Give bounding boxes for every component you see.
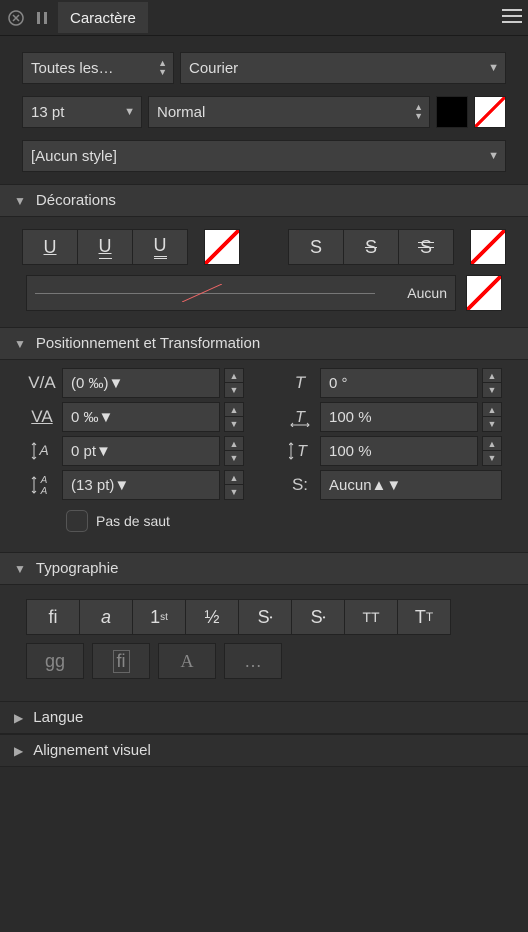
decorations-section: ▼ Décorations U U U S S S Aucun — [0, 184, 528, 327]
hscale-input[interactable]: 100 % — [320, 402, 478, 432]
shear-input[interactable]: 0 ° — [320, 368, 478, 398]
vscale-input[interactable]: 100 % — [320, 436, 478, 466]
positioning-header[interactable]: ▼ Positionnement et Transformation — [0, 327, 528, 360]
superscript-button[interactable]: S• — [238, 599, 292, 635]
disclosure-triangle-icon: ▶ — [14, 744, 23, 758]
panel-menu-icon[interactable] — [502, 9, 522, 26]
char-style-value: [Aucun style] — [31, 148, 117, 165]
kerning-input[interactable]: (0 ‰)▼ — [62, 368, 220, 398]
tracking-icon: VA — [26, 407, 58, 427]
leading-icon: AA — [26, 475, 58, 495]
smallcaps-button[interactable]: TT — [397, 599, 451, 635]
swash-button[interactable]: a — [79, 599, 133, 635]
char-style-select[interactable]: [Aucun style] ▼ — [22, 140, 506, 172]
shear-stepper[interactable]: ▲▼ — [482, 368, 502, 398]
strike-single-button[interactable]: S — [343, 229, 399, 265]
strike-double-button[interactable]: S — [398, 229, 454, 265]
typography-label: Typographie — [36, 560, 119, 577]
tracking-input[interactable]: 0 ‰▼ — [62, 402, 220, 432]
svg-text:T: T — [297, 443, 308, 460]
stylistic-set-icon: S: — [284, 475, 316, 495]
disclosure-triangle-icon: ▼ — [14, 562, 26, 576]
svg-text:A: A — [40, 475, 48, 486]
kerning-icon: V/A — [26, 373, 58, 393]
text-bg-swatch[interactable] — [474, 96, 506, 128]
font-family-value: Courier — [189, 60, 238, 77]
stylistic-set-select[interactable]: Aucun▲▼ — [320, 470, 502, 500]
typography-section: ▼ Typographie fi a 1st ½ S• S• TT TT gg … — [0, 552, 528, 701]
decorations-header[interactable]: ▼ Décorations — [0, 184, 528, 217]
stylistic-alt-button[interactable]: A — [158, 643, 216, 679]
disclosure-triangle-icon: ▶ — [14, 711, 23, 725]
optical-label: Alignement visuel — [33, 742, 151, 759]
font-style-select[interactable]: Normal ▲▼ — [148, 96, 430, 128]
svg-text:T: T — [295, 409, 306, 426]
strike-group: S S S — [288, 229, 454, 265]
language-header[interactable]: ▶ Langue — [0, 701, 528, 734]
font-collection-select[interactable]: Toutes les… ▲▼ — [22, 52, 174, 84]
hscale-icon: T — [284, 407, 316, 427]
no-break-checkbox[interactable] — [66, 510, 88, 532]
positioning-section: ▼ Positionnement et Transformation V/A (… — [0, 327, 528, 552]
strike-none-button[interactable]: S — [288, 229, 344, 265]
underline-double-button[interactable]: U — [132, 229, 188, 265]
font-style-value: Normal — [157, 104, 205, 121]
font-size-select[interactable]: 13 pt ▼ — [22, 96, 142, 128]
positioning-label: Positionnement et Transformation — [36, 335, 260, 352]
vscale-stepper[interactable]: ▲▼ — [482, 436, 502, 466]
panel-header: Caractère — [0, 0, 528, 36]
font-collection-value: Toutes les… — [31, 60, 114, 77]
font-controls: Toutes les… ▲▼ Courier ▼ 13 pt ▼ Normal … — [0, 36, 528, 184]
baseline-input[interactable]: 0 pt▼ — [62, 436, 220, 466]
subscript-button[interactable]: S• — [291, 599, 345, 635]
shear-icon: T — [284, 373, 316, 393]
allcaps-button[interactable]: TT — [344, 599, 398, 635]
strike-color-swatch[interactable] — [470, 229, 506, 265]
underline-single-button[interactable]: U — [22, 229, 78, 265]
historical-ligatures-button[interactable]: fi — [92, 643, 150, 679]
font-family-select[interactable]: Courier ▼ — [180, 52, 506, 84]
strike-position-slider[interactable]: Aucun — [26, 275, 456, 311]
baseline-stepper[interactable]: ▲▼ — [224, 436, 244, 466]
ligatures-button[interactable]: fi — [26, 599, 80, 635]
leading-input[interactable]: (13 pt)▼ — [62, 470, 220, 500]
optical-section: ▶ Alignement visuel — [0, 734, 528, 767]
ordinals-button[interactable]: 1st — [132, 599, 186, 635]
svg-text:A: A — [38, 442, 48, 458]
leading-stepper[interactable]: ▲▼ — [224, 470, 244, 500]
underline-color-swatch[interactable] — [204, 229, 240, 265]
strike-position-value: Aucun — [407, 285, 447, 301]
close-icon[interactable] — [6, 8, 26, 28]
optical-header[interactable]: ▶ Alignement visuel — [0, 734, 528, 767]
decorations-label: Décorations — [36, 192, 116, 209]
baseline-icon: A — [26, 441, 58, 461]
disclosure-triangle-icon: ▼ — [14, 194, 26, 208]
svg-text:A: A — [40, 486, 48, 495]
text-color-swatch[interactable] — [436, 96, 468, 128]
hscale-stepper[interactable]: ▲▼ — [482, 402, 502, 432]
font-size-value: 13 pt — [31, 104, 64, 121]
vscale-icon: T — [284, 441, 316, 461]
no-break-label: Pas de saut — [96, 513, 170, 529]
tracking-stepper[interactable]: ▲▼ — [224, 402, 244, 432]
typography-header[interactable]: ▼ Typographie — [0, 552, 528, 585]
more-typography-button[interactable]: … — [224, 643, 282, 679]
underline-word-button[interactable]: U — [77, 229, 133, 265]
pause-icon[interactable] — [32, 8, 52, 28]
language-label: Langue — [33, 709, 83, 726]
discretionary-ligatures-button[interactable]: gg — [26, 643, 84, 679]
language-section: ▶ Langue — [0, 701, 528, 734]
disclosure-triangle-icon: ▼ — [14, 337, 26, 351]
fractions-button[interactable]: ½ — [185, 599, 239, 635]
panel-tab-character[interactable]: Caractère — [58, 2, 148, 33]
kerning-stepper[interactable]: ▲▼ — [224, 368, 244, 398]
underline-group: U U U — [22, 229, 188, 265]
strike-line-color-swatch[interactable] — [466, 275, 502, 311]
